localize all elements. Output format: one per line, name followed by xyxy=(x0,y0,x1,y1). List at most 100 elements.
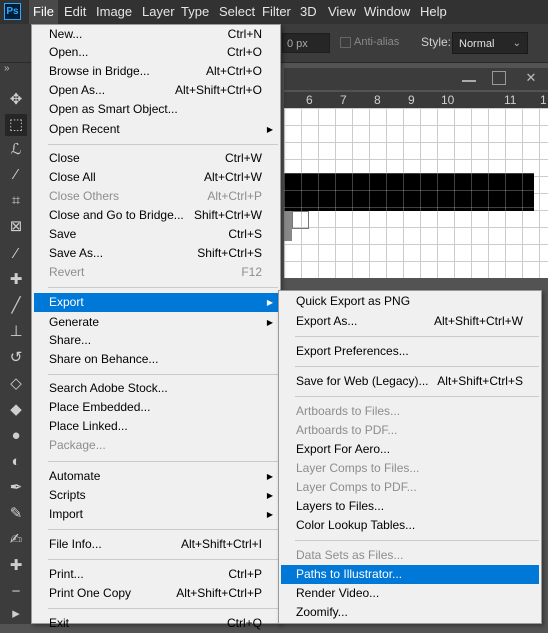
tool-panel: » ✥ ⬚ ℒ ⁄ ⌗ ⊠ ⁄ ✚ ╱ ⊥ ↺ ◇ ◆ ● ◐ ✒ ✎ ✍ ✚ … xyxy=(0,63,32,624)
menu-item-color-lookup-tables[interactable]: Color Lookup Tables... xyxy=(281,516,539,535)
maximize-icon[interactable] xyxy=(492,71,506,85)
feather-input[interactable]: 0 px xyxy=(282,33,330,53)
brush-icon[interactable]: ╱ xyxy=(5,295,27,317)
menu-item-layers-to-files[interactable]: Layers to Files... xyxy=(281,497,539,516)
collapse-icon[interactable]: » xyxy=(4,63,10,74)
menu-window[interactable]: Window xyxy=(360,0,414,24)
ruler-label: 6 xyxy=(306,93,313,107)
marquee-icon[interactable]: ⬚ xyxy=(5,114,27,136)
pen-icon[interactable]: ✒ xyxy=(5,477,27,499)
style-label: Style: xyxy=(421,35,452,49)
menu-item-close-and-go-to-bridge[interactable]: Close and Go to Bridge... Shift+Ctrl+W xyxy=(34,206,278,225)
menu-item-place-embedded[interactable]: Place Embedded... xyxy=(34,398,278,417)
menu-item-automate[interactable]: Automate ▶ xyxy=(34,467,278,486)
file-menu: New... Ctrl+N Open... Ctrl+O Browse in Bri… xyxy=(31,24,281,630)
chevron-right-icon: ▶ xyxy=(266,472,273,481)
menu-file[interactable]: File xyxy=(29,0,58,24)
freeform-pen-icon[interactable]: ✎ xyxy=(5,503,27,525)
menu-item-save-as[interactable]: Save As... Shift+Ctrl+S xyxy=(34,244,278,263)
menu-item-file-info[interactable]: File Info... Alt+Shift+Ctrl+I xyxy=(34,535,278,554)
chevron-down-icon: ⌄ xyxy=(512,38,521,49)
close-icon[interactable]: ✕ xyxy=(524,71,538,85)
menu-separator xyxy=(295,336,539,337)
clone-stamp-icon[interactable]: ⊥ xyxy=(5,321,27,343)
menu-separator xyxy=(48,287,278,288)
menu-item-open-smart-object[interactable]: Open as Smart Object... xyxy=(34,100,278,119)
menu-item-share[interactable]: Share... xyxy=(34,331,278,350)
menu-item-open[interactable]: Open... Ctrl+O xyxy=(34,43,278,62)
style-select[interactable]: Normal ⌄ xyxy=(452,32,528,54)
blur-icon[interactable]: ● xyxy=(5,425,27,447)
eyedropper-icon[interactable]: ⁄ xyxy=(5,243,27,265)
menu-item-paths-to-illustrator[interactable]: Paths to Illustrator... xyxy=(281,565,539,584)
chevron-right-icon: ▶ xyxy=(266,510,273,519)
menu-item-import[interactable]: Import ▶ xyxy=(34,505,278,524)
move-icon[interactable]: ✥ xyxy=(5,89,27,111)
menu-bar: Ps File Edit Image Layer Type Select Fil… xyxy=(0,0,548,24)
delete-anchor-icon[interactable]: − xyxy=(5,581,27,603)
export-submenu: Quick Export as PNG Export As... Alt+Shif… xyxy=(278,290,542,624)
path-select-icon[interactable]: ▸ xyxy=(5,603,27,625)
healing-brush-icon[interactable]: ✚ xyxy=(5,269,27,291)
history-brush-icon[interactable]: ↺ xyxy=(5,347,27,369)
menu-item-export-preferences[interactable]: Export Preferences... xyxy=(281,342,539,361)
chevron-right-icon: ▶ xyxy=(266,318,273,327)
menu-item-package: Package... xyxy=(49,438,106,452)
menu-item-artboards-to-files: Artboards to Files... xyxy=(296,404,401,418)
canvas-shadow xyxy=(284,211,292,241)
menu-view[interactable]: View xyxy=(324,0,360,24)
ruler-label: 10 xyxy=(441,93,455,107)
menu-item-share-on-behance[interactable]: Share on Behance... xyxy=(34,350,278,369)
eraser-icon[interactable]: ◇ xyxy=(5,373,27,395)
menu-item-render-video[interactable]: Render Video... xyxy=(281,584,539,603)
menu-item-generate[interactable]: Generate ▶ xyxy=(34,313,278,332)
paint-bucket-icon[interactable]: ◆ xyxy=(5,399,27,421)
menu-item-open-recent[interactable]: Open Recent ▶ xyxy=(34,120,278,139)
menu-item-browse-in-bridge[interactable]: Browse in Bridge... Alt+Ctrl+O xyxy=(34,62,278,81)
crop-icon[interactable]: ⌗ xyxy=(5,190,27,212)
menu-separator xyxy=(48,559,278,560)
menu-item-export[interactable]: Export ▶ xyxy=(34,293,278,312)
canvas-black-shape xyxy=(284,173,534,211)
menu-edit[interactable]: Edit xyxy=(60,0,90,24)
document-tab-bar: ✕ xyxy=(284,68,548,90)
menu-item-export-as[interactable]: Export As... Alt+Shift+Ctrl+W xyxy=(281,312,539,331)
menu-separator xyxy=(48,144,278,145)
menu-item-layer-comps-to-pdf: Layer Comps to PDF... xyxy=(296,480,417,494)
menu-item-zoomify[interactable]: Zoomify... xyxy=(281,603,539,622)
dodge-icon[interactable]: ◐ xyxy=(5,451,27,473)
menu-item-print[interactable]: Print... Ctrl+P xyxy=(34,565,278,584)
menu-item-save-for-web[interactable]: Save for Web (Legacy)... Alt+Shift+Ctrl+S xyxy=(281,372,539,391)
menu-item-quick-export-png[interactable]: Quick Export as PNG xyxy=(281,292,539,311)
add-anchor-icon[interactable]: ✚ xyxy=(5,555,27,577)
frame-icon[interactable]: ⊠ xyxy=(5,216,27,238)
ruler-label: 7 xyxy=(340,93,347,107)
minimize-icon[interactable] xyxy=(462,80,476,82)
anti-alias-checkbox[interactable] xyxy=(340,37,351,48)
menu-separator xyxy=(295,366,539,367)
menu-image[interactable]: Image xyxy=(92,0,136,24)
menu-item-new[interactable]: New... Ctrl+N xyxy=(34,25,278,44)
menu-item-print-one-copy[interactable]: Print One Copy Alt+Shift+Ctrl+P xyxy=(34,584,278,603)
menu-item-close[interactable]: Close Ctrl+W xyxy=(34,149,278,168)
menu-3d[interactable]: 3D xyxy=(296,0,321,24)
lasso-icon[interactable]: ℒ xyxy=(5,139,27,161)
menu-layer[interactable]: Layer xyxy=(138,0,179,24)
magic-wand-icon[interactable]: ⁄ xyxy=(5,164,27,186)
menu-item-export-for-aero[interactable]: Export For Aero... xyxy=(281,440,539,459)
menu-item-save[interactable]: Save Ctrl+S xyxy=(34,225,278,244)
menu-item-search-adobe-stock[interactable]: Search Adobe Stock... xyxy=(34,379,278,398)
menu-type[interactable]: Type xyxy=(177,0,213,24)
ruler-label: 1 xyxy=(540,93,547,107)
menu-item-close-all[interactable]: Close All Alt+Ctrl+W xyxy=(34,168,278,187)
menu-help[interactable]: Help xyxy=(416,0,451,24)
menu-item-scripts[interactable]: Scripts ▶ xyxy=(34,486,278,505)
curvature-pen-icon[interactable]: ✍ xyxy=(5,529,27,551)
menu-separator xyxy=(48,461,278,462)
menu-filter[interactable]: Filter xyxy=(258,0,295,24)
menu-item-place-linked[interactable]: Place Linked... xyxy=(34,417,278,436)
menu-item-revert: Revert F12 xyxy=(49,265,262,279)
menu-separator xyxy=(48,608,278,609)
menu-item-open-as[interactable]: Open As... Alt+Shift+Ctrl+O xyxy=(34,81,278,100)
menu-select[interactable]: Select xyxy=(215,0,259,24)
